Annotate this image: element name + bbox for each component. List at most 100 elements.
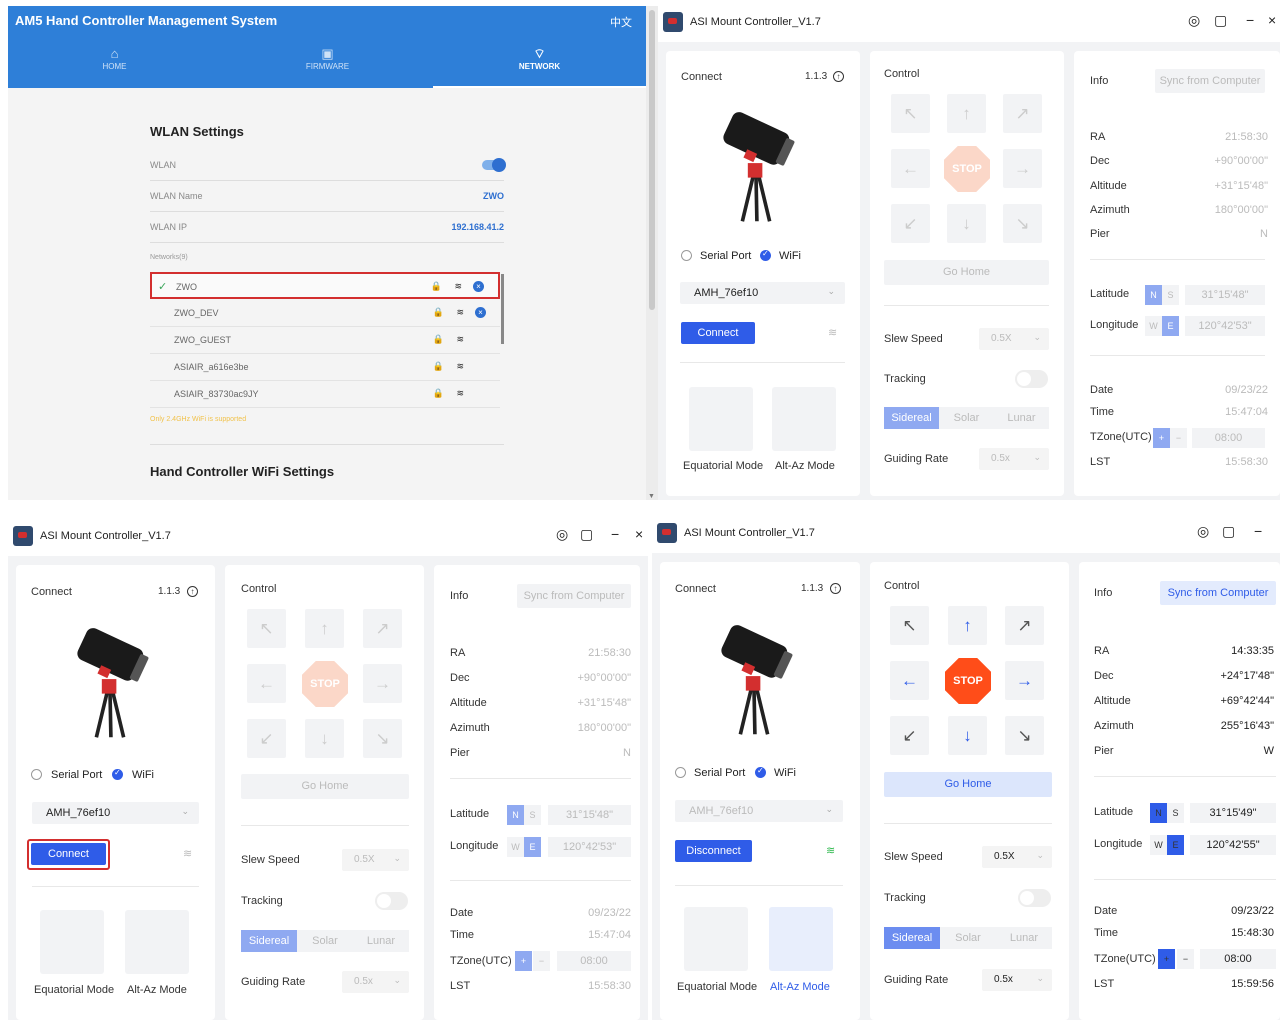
network-item-zwo-dev[interactable]: ZWO_DEV 🔒 ≋ × xyxy=(150,300,500,327)
west-button[interactable]: W xyxy=(1145,316,1162,336)
arrow-up-button[interactable]: ↑ xyxy=(305,609,344,648)
arrow-se-button[interactable]: ↘ xyxy=(1005,716,1044,755)
tracking-sidereal[interactable]: Sidereal xyxy=(884,927,940,949)
nav-network[interactable]: ⌔ NETWORK xyxy=(433,46,646,88)
equatorial-mode-button[interactable] xyxy=(684,907,748,971)
arrow-ne-button[interactable]: ↗ xyxy=(363,609,402,648)
network-item-zwo[interactable]: ✓ ZWO 🔒 ≋ × xyxy=(150,272,500,299)
arrow-right-button[interactable]: → xyxy=(1003,149,1042,188)
tzone-minus-button[interactable]: − xyxy=(533,951,550,971)
arrow-left-button[interactable]: ← xyxy=(891,149,930,188)
arrow-down-button[interactable]: ↓ xyxy=(947,204,986,243)
wlan-toggle[interactable] xyxy=(482,158,506,172)
altaz-mode-button[interactable] xyxy=(125,910,189,974)
arrow-sw-button[interactable]: ↙ xyxy=(891,204,930,243)
tracking-lunar[interactable]: Lunar xyxy=(994,407,1049,429)
go-home-button[interactable]: Go Home xyxy=(884,260,1049,285)
tzone-minus-button[interactable]: − xyxy=(1177,949,1194,969)
nav-firmware[interactable]: ▣ FIRMWARE xyxy=(221,46,434,88)
disconnect-button[interactable]: Disconnect xyxy=(675,840,752,862)
close-icon[interactable]: × xyxy=(1268,12,1276,28)
network-item-asiair-1[interactable]: ASIAIR_a616e3be 🔒 ≋ xyxy=(150,354,500,381)
scroll-down-icon[interactable]: ▼ xyxy=(648,493,655,500)
altaz-mode-button[interactable] xyxy=(772,387,836,451)
south-button[interactable]: S xyxy=(1167,803,1184,823)
guiding-rate-select[interactable]: 0.5x ⌄ xyxy=(342,971,409,993)
arrow-se-button[interactable]: ↘ xyxy=(363,719,402,758)
equatorial-mode-button[interactable] xyxy=(40,910,104,974)
tracking-switch[interactable] xyxy=(1015,370,1048,388)
minimize-icon[interactable]: − xyxy=(1254,523,1262,539)
arrow-sw-button[interactable]: ↙ xyxy=(890,716,929,755)
arrow-left-button[interactable]: ← xyxy=(890,661,929,700)
language-switch[interactable]: 中文 xyxy=(610,14,632,30)
tzone-plus-button[interactable]: + xyxy=(1153,428,1170,448)
go-home-button[interactable]: Go Home xyxy=(884,772,1052,797)
south-button[interactable]: S xyxy=(524,805,541,825)
arrow-down-button[interactable]: ↓ xyxy=(305,719,344,758)
latitude-input[interactable]: 31°15'49" xyxy=(1190,803,1276,823)
east-button[interactable]: E xyxy=(524,837,541,857)
restore-icon[interactable]: ▢ xyxy=(1214,12,1227,29)
connected-icon[interactable]: × xyxy=(473,281,484,292)
tracking-switch[interactable] xyxy=(1018,889,1051,907)
slew-speed-select[interactable]: 0.5X ⌄ xyxy=(979,328,1049,350)
arrow-nw-button[interactable]: ↖ xyxy=(891,94,930,133)
settings-icon[interactable]: ◎ xyxy=(1188,12,1200,29)
arrow-up-button[interactable]: ↑ xyxy=(948,606,987,645)
sync-from-computer-button[interactable]: Sync from Computer xyxy=(1160,581,1276,605)
guiding-rate-select[interactable]: 0.5x ⌄ xyxy=(982,969,1052,991)
tracking-solar[interactable]: Solar xyxy=(297,930,353,952)
sync-from-computer-button[interactable]: Sync from Computer xyxy=(517,584,631,608)
slew-speed-select[interactable]: 0.5X ⌄ xyxy=(982,846,1052,868)
wifi-radio[interactable] xyxy=(755,766,766,778)
west-button[interactable]: W xyxy=(507,837,524,857)
sync-from-computer-button[interactable]: Sync from Computer xyxy=(1155,69,1265,93)
upgrade-icon[interactable]: ↑ xyxy=(830,583,841,594)
device-select[interactable]: AMH_76ef10 ⌄ xyxy=(675,800,843,822)
serial-port-radio[interactable] xyxy=(681,250,692,261)
network-list-scrollbar[interactable] xyxy=(501,274,504,344)
tracking-switch[interactable] xyxy=(375,892,408,910)
arrow-down-button[interactable]: ↓ xyxy=(948,716,987,755)
tzone-minus-button[interactable]: − xyxy=(1170,428,1187,448)
stop-button[interactable]: STOP xyxy=(944,146,990,192)
tracking-sidereal[interactable]: Sidereal xyxy=(241,930,297,952)
tzone-input[interactable]: 08:00 xyxy=(557,951,631,971)
tzone-input[interactable]: 08:00 xyxy=(1192,428,1265,448)
arrow-nw-button[interactable]: ↖ xyxy=(890,606,929,645)
longitude-input[interactable]: 120°42'53" xyxy=(548,837,631,857)
tracking-solar[interactable]: Solar xyxy=(939,407,994,429)
west-button[interactable]: W xyxy=(1150,835,1167,855)
network-item-zwo-guest[interactable]: ZWO_GUEST 🔒 ≋ xyxy=(150,327,500,354)
stop-button[interactable]: STOP xyxy=(302,661,348,707)
latitude-input[interactable]: 31°15'48" xyxy=(1185,285,1265,305)
tracking-lunar[interactable]: Lunar xyxy=(353,930,409,952)
tzone-input[interactable]: 08:00 xyxy=(1200,949,1276,969)
south-button[interactable]: S xyxy=(1162,285,1179,305)
east-button[interactable]: E xyxy=(1167,835,1184,855)
restore-icon[interactable]: ▢ xyxy=(580,526,593,543)
tzone-plus-button[interactable]: + xyxy=(515,951,532,971)
serial-port-radio[interactable] xyxy=(31,769,42,780)
north-button[interactable]: N xyxy=(1150,803,1167,823)
latitude-input[interactable]: 31°15'48" xyxy=(548,805,631,825)
device-select[interactable]: AMH_76ef10 ⌄ xyxy=(680,282,845,304)
connect-button[interactable]: Connect xyxy=(31,843,106,865)
restore-icon[interactable]: ▢ xyxy=(1222,523,1235,540)
close-icon[interactable]: × xyxy=(635,526,643,542)
longitude-input[interactable]: 120°42'55" xyxy=(1190,835,1276,855)
arrow-sw-button[interactable]: ↙ xyxy=(247,719,286,758)
scrollbar-thumb[interactable] xyxy=(649,10,655,310)
arrow-left-button[interactable]: ← xyxy=(247,664,286,703)
slew-speed-select[interactable]: 0.5X ⌄ xyxy=(342,849,409,871)
stop-button[interactable]: STOP xyxy=(945,658,991,704)
arrow-right-button[interactable]: → xyxy=(1005,661,1044,700)
arrow-se-button[interactable]: ↘ xyxy=(1003,204,1042,243)
upgrade-icon[interactable]: ↑ xyxy=(187,586,198,597)
arrow-nw-button[interactable]: ↖ xyxy=(247,609,286,648)
settings-icon[interactable]: ◎ xyxy=(556,526,568,543)
connect-button[interactable]: Connect xyxy=(681,322,755,344)
arrow-ne-button[interactable]: ↗ xyxy=(1005,606,1044,645)
go-home-button[interactable]: Go Home xyxy=(241,774,409,799)
